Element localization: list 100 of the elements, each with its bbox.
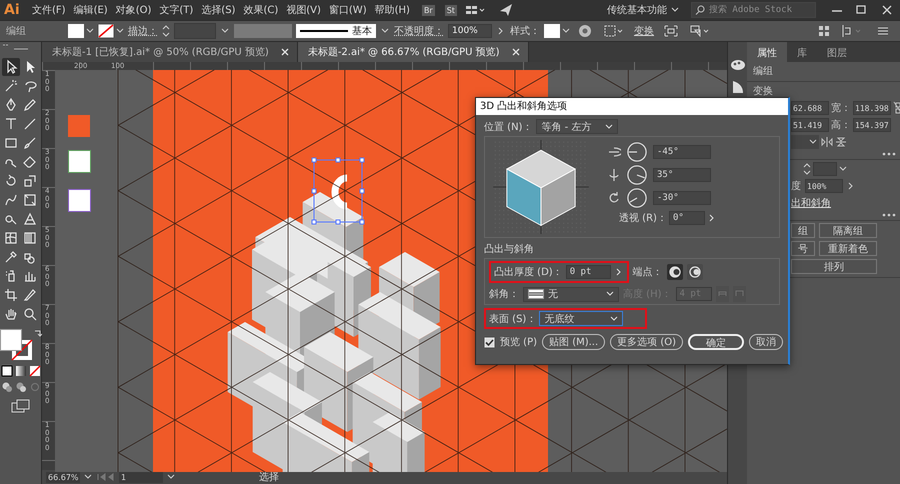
color-swatch [68, 115, 90, 137]
panel-button[interactable]: 重新着色 [819, 241, 877, 256]
fill-color-dropdown[interactable] [68, 24, 94, 38]
rotation-angle-field[interactable]: 35° [653, 168, 711, 182]
surface-dropdown[interactable]: 无底纹 [539, 311, 624, 326]
swap-arrows-icon[interactable] [34, 329, 42, 339]
isolate-icon[interactable] [664, 25, 678, 37]
panel-tab[interactable]: 库 [787, 42, 817, 62]
transform-button[interactable]: 变换 [632, 24, 656, 38]
palette-icon[interactable] [730, 58, 746, 72]
menu-item[interactable]: 效果(C) [241, 3, 280, 17]
panel-button[interactable]: 隔离组 [819, 223, 877, 238]
graphic-style-dropdown[interactable] [544, 24, 570, 38]
menu-item[interactable]: 帮助(H) [372, 3, 412, 17]
opacity-field[interactable]: 100% [805, 179, 843, 193]
width-field[interactable]: 118.398 [853, 101, 891, 115]
bridge-button[interactable]: Br [422, 4, 435, 16]
rotation-dropdown[interactable] [791, 135, 819, 149]
grid-dots-icon[interactable] [818, 25, 830, 37]
opacity-field[interactable]: 100% [448, 24, 492, 38]
menu-item[interactable]: 视图(V) [284, 3, 323, 17]
bevel-dropdown[interactable]: 无 [523, 286, 619, 302]
screen-mode-icon[interactable] [10, 399, 30, 413]
caret-icon[interactable] [839, 166, 847, 172]
dialog-button[interactable]: 确定 [688, 334, 744, 350]
cap-label: 端点： [632, 266, 663, 279]
stroke-color-dropdown[interactable] [98, 24, 124, 38]
height-field[interactable]: 154.397 [853, 118, 891, 132]
link-icon[interactable] [893, 101, 900, 115]
opacity-label: 度 [791, 180, 801, 193]
menu-item[interactable]: 文件(F) [30, 3, 68, 17]
gradient-mode-icon[interactable] [14, 365, 26, 377]
flip-vertical-icon[interactable] [835, 137, 847, 147]
caret-icon[interactable] [220, 28, 230, 34]
effect-link[interactable]: 出和斜角 [791, 196, 831, 210]
menu-item[interactable]: 窗口(W) [326, 3, 369, 17]
menu-item[interactable]: 文字(T) [157, 3, 196, 17]
color-mode-icon[interactable] [0, 365, 12, 377]
spinner-icon[interactable] [162, 24, 170, 38]
caret-icon[interactable] [671, 7, 679, 13]
caret-icon[interactable] [166, 474, 176, 480]
zoom-field[interactable]: 66.67% [46, 472, 80, 482]
no-stroke-icon [98, 24, 114, 38]
menu-item[interactable]: 选择(S) [199, 3, 238, 17]
style-label: 样式： [510, 24, 540, 38]
position-dropdown[interactable]: 等角 - 左方 [536, 119, 618, 134]
extrude-depth-field[interactable]: 0 pt [566, 265, 611, 279]
stroke-weight-field[interactable] [174, 23, 216, 39]
none-mode-icon[interactable] [28, 365, 40, 377]
draw-behind-icon[interactable] [14, 381, 26, 393]
dialog-button[interactable]: 更多选项 (O) [610, 334, 684, 350]
document-tab[interactable]: 未标题-1 [已恢复].ai* @ 50% (RGB/GPU 预览) [42, 42, 298, 62]
panel-tab[interactable]: 图层 [817, 42, 857, 62]
close-icon[interactable] [280, 48, 289, 56]
cap-toggle[interactable] [666, 264, 683, 280]
menu-item[interactable]: 对象(O) [114, 3, 154, 17]
y-field[interactable]: 51.419 [791, 118, 829, 132]
fill-stroke-swatches[interactable] [0, 329, 34, 361]
more-options-icon[interactable] [882, 152, 896, 156]
dialog-button[interactable]: 取消 [749, 334, 784, 350]
stroke-weight-field[interactable] [813, 162, 837, 176]
x-field[interactable]: 62.688 [791, 101, 829, 115]
rotation-dial[interactable] [627, 188, 647, 208]
cap-toggle[interactable] [686, 264, 703, 280]
rotation-angle-field[interactable]: -30° [653, 191, 711, 205]
paper-plane-icon[interactable] [498, 3, 513, 17]
selection-box[interactable] [312, 158, 364, 224]
artboard-icon[interactable] [2, 286, 20, 304]
stock-button[interactable]: St [444, 4, 457, 16]
extrude-depth-label: 凸出厚度 (D)： [494, 266, 563, 279]
caret-icon[interactable] [380, 28, 390, 34]
page-field[interactable]: 1 [119, 472, 163, 482]
flip-horizontal-icon[interactable] [821, 137, 833, 147]
document-tab[interactable]: 未标题-2.ai* @ 66.67% (RGB/GPU 预览) [298, 42, 529, 62]
workspace-switcher[interactable]: 传统基本功能 [607, 3, 667, 17]
panel-menu-icon[interactable] [876, 25, 890, 37]
rotation-dial[interactable] [627, 165, 647, 185]
preview-label[interactable]: 预览 (P) [500, 335, 538, 349]
spinner-icon[interactable] [803, 162, 811, 176]
more-options-icon[interactable] [882, 213, 896, 217]
panel-tab[interactable]: 属性 [747, 42, 787, 62]
shape-icon[interactable] [730, 80, 744, 94]
layout-grid-icon[interactable] [464, 4, 487, 16]
preview-checkbox[interactable] [484, 336, 495, 348]
color-wheel-icon[interactable] [578, 24, 592, 38]
close-icon[interactable] [512, 48, 520, 56]
variable-width-field[interactable] [234, 24, 292, 38]
draw-normal-icon[interactable] [0, 381, 12, 393]
dialog-button[interactable]: 贴图 (M)... [542, 334, 606, 350]
panel-button[interactable]: 号 [791, 241, 815, 256]
stroke-style-dropdown[interactable]: 基本 [296, 24, 376, 38]
rotation-angle-field[interactable]: -45° [653, 145, 711, 159]
caret-icon[interactable] [83, 474, 93, 480]
align-icon[interactable] [604, 25, 624, 37]
panel-button[interactable]: 排列 [791, 259, 877, 274]
chevron-icon[interactable] [847, 181, 855, 191]
menu-item[interactable]: 编辑(E) [72, 3, 110, 17]
perspective-field[interactable]: 0° [668, 211, 705, 225]
panel-button[interactable]: 组 [791, 223, 815, 238]
rotation-dial[interactable] [627, 142, 647, 162]
